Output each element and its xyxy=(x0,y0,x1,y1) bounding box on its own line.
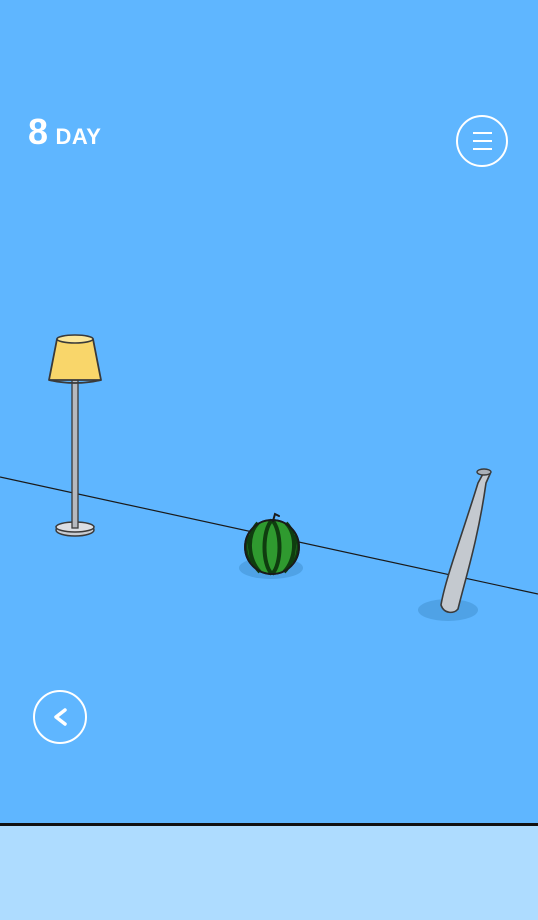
floor-lamp[interactable] xyxy=(48,334,102,537)
day-number: 8 xyxy=(28,111,49,152)
day-counter: 8 DAY xyxy=(28,114,101,150)
hamburger-menu-icon xyxy=(473,132,492,150)
inventory-bar xyxy=(0,823,538,920)
chevron-left-icon xyxy=(54,708,67,726)
menu-button[interactable] xyxy=(456,115,508,167)
back-button[interactable] xyxy=(33,690,87,744)
day-label: DAY xyxy=(55,124,102,149)
game-screen: 8 DAY xyxy=(0,0,538,920)
baseball-bat[interactable] xyxy=(418,468,492,621)
watermelon[interactable] xyxy=(239,512,303,579)
